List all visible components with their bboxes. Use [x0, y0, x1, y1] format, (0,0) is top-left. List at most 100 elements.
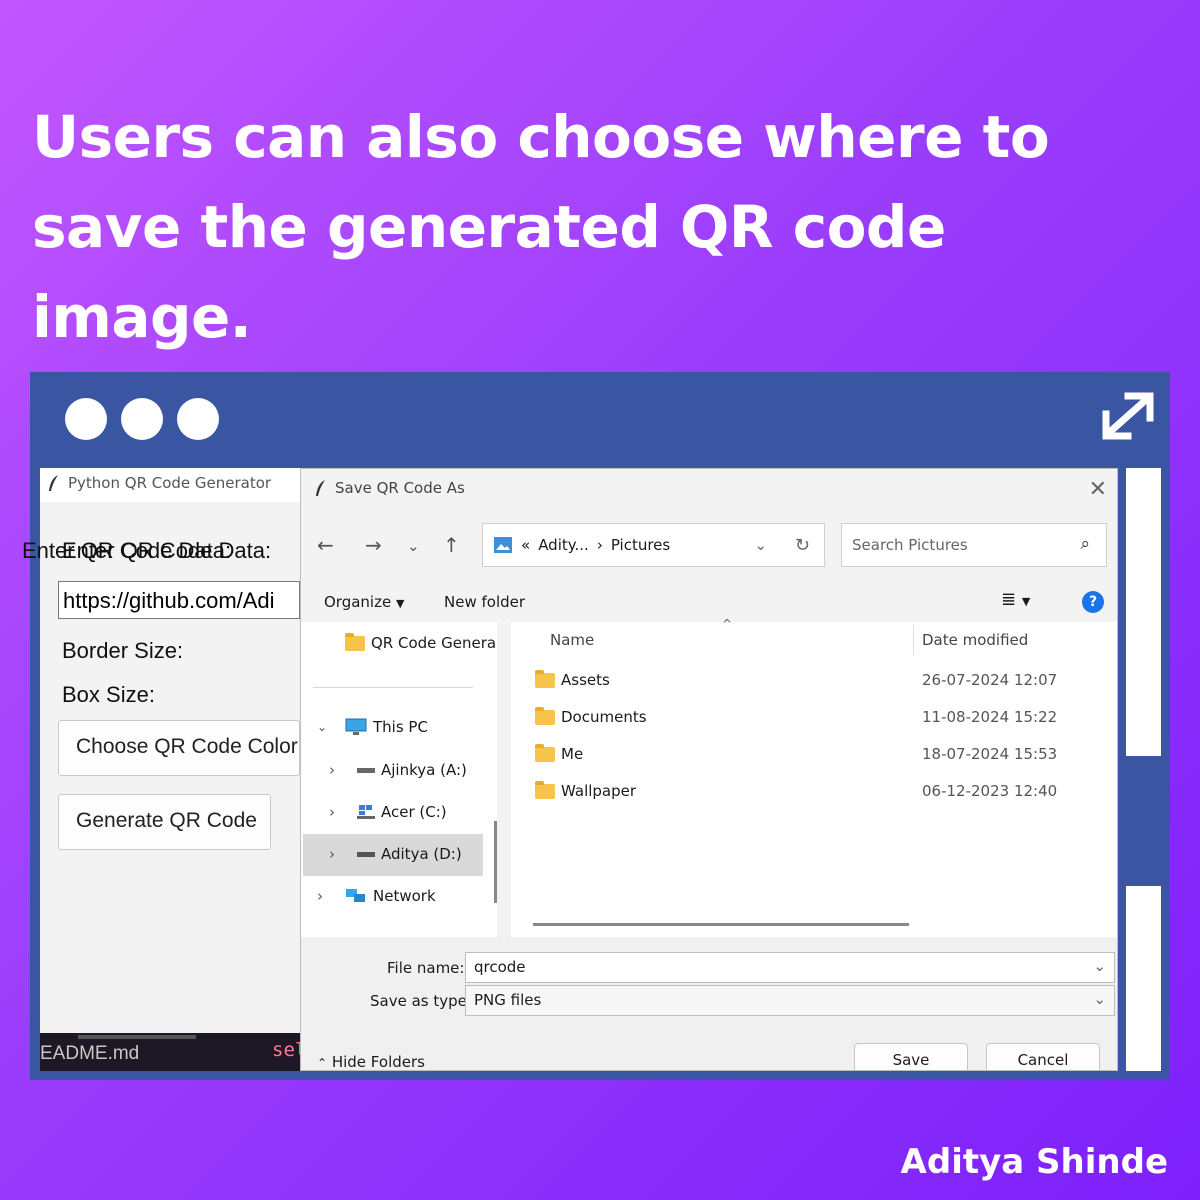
- folder-icon: [535, 780, 555, 799]
- nav-item-label: This PC: [373, 718, 428, 736]
- folder-icon: [345, 632, 365, 651]
- breadcrumb-separator: ›: [596, 536, 603, 554]
- save-type-select[interactable]: PNG files ⌄: [465, 985, 1115, 1016]
- address-bar[interactable]: « Adity... › Pictures ⌄ ↻: [482, 523, 825, 567]
- view-options-icon[interactable]: ≣ ▼: [1001, 589, 1030, 610]
- app-title: Python QR Code Generator: [68, 474, 272, 492]
- close-icon[interactable]: ✕: [1089, 477, 1107, 502]
- drive-icon: [357, 851, 375, 857]
- qr-data-input[interactable]: https://github.com/Adi: [58, 581, 300, 619]
- hide-folders-button[interactable]: ⌃ Hide Folders: [317, 1053, 425, 1071]
- up-arrow-icon[interactable]: ↑: [443, 533, 460, 557]
- hide-folders-label: Hide Folders: [331, 1053, 425, 1071]
- breadcrumb-prefix: «: [521, 536, 531, 554]
- chevron-right-icon[interactable]: ›: [329, 761, 351, 779]
- file-name-input[interactable]: qrcode ⌄: [465, 952, 1115, 983]
- nav-item-label: Ajinkya (A:): [381, 761, 467, 779]
- file-list-scrollbar[interactable]: [533, 923, 909, 926]
- search-input[interactable]: Search Pictures ⌕: [841, 523, 1107, 567]
- file-name: Wallpaper: [561, 782, 637, 800]
- file-name: Documents: [561, 708, 647, 726]
- new-folder-button[interactable]: New folder: [444, 593, 525, 611]
- nav-item-network[interactable]: › Network: [317, 887, 436, 905]
- terminal-filename: EADME.md: [40, 1043, 140, 1064]
- qr-data-label-front: Enter QR Code Data:: [62, 538, 272, 563]
- breadcrumb-parent[interactable]: Adity...: [538, 536, 589, 554]
- chevron-right-icon[interactable]: ›: [317, 887, 339, 905]
- chevron-right-icon[interactable]: ›: [329, 845, 351, 863]
- file-row[interactable]: Assets: [535, 669, 610, 689]
- dialog-title-bar: Save QR Code As: [315, 479, 465, 497]
- back-arrow-icon[interactable]: ←: [317, 533, 334, 557]
- author-name: Aditya Shinde: [900, 1142, 1168, 1182]
- folder-icon: [535, 669, 555, 688]
- dialog-title: Save QR Code As: [335, 479, 465, 497]
- file-list: [511, 622, 1117, 937]
- feather-icon: [316, 480, 325, 496]
- file-name: Assets: [561, 671, 610, 689]
- file-row[interactable]: Wallpaper: [535, 780, 637, 800]
- file-row[interactable]: Me: [535, 743, 584, 763]
- help-icon[interactable]: ?: [1082, 591, 1104, 613]
- column-name[interactable]: Name: [550, 631, 594, 649]
- file-name-value: qrcode: [474, 958, 526, 976]
- right-panel-top: [1126, 468, 1161, 756]
- chevron-down-icon[interactable]: ⌄: [754, 536, 767, 554]
- nav-item-drive-c[interactable]: › Acer (C:): [329, 803, 447, 821]
- nav-divider: [313, 687, 473, 688]
- right-panel-bottom: [1126, 886, 1161, 1071]
- save-button[interactable]: Save: [854, 1043, 968, 1070]
- save-type-value: PNG files: [474, 991, 542, 1009]
- expand-icon[interactable]: [1098, 388, 1158, 444]
- pictures-icon: [494, 537, 512, 553]
- window-dot-2: [121, 398, 163, 440]
- chevron-down-icon[interactable]: ⌄: [1093, 957, 1106, 975]
- file-date: 26-07-2024 12:07: [922, 671, 1058, 689]
- headline: Users can also choose where to save the …: [32, 103, 1050, 351]
- organize-label: Organize: [324, 593, 392, 611]
- chevron-up-icon: ⌃: [317, 1056, 328, 1070]
- nav-item-this-pc[interactable]: ⌄ This PC: [317, 718, 428, 736]
- file-date: 06-12-2023 12:40: [922, 782, 1058, 800]
- file-date: 11-08-2024 15:22: [922, 708, 1058, 726]
- save-dialog: Save QR Code As ✕ ← → ⌄ ↑ « Adity... › P…: [300, 468, 1118, 1071]
- computer-icon: [345, 718, 367, 735]
- nav-item-drive-a[interactable]: › Ajinkya (A:): [329, 761, 467, 779]
- file-name-label: File name:: [387, 959, 465, 977]
- folder-icon: [535, 706, 555, 725]
- nav-item-qr-folder[interactable]: QR Code Genera: [345, 632, 497, 652]
- file-row[interactable]: Documents: [535, 706, 647, 726]
- cancel-button[interactable]: Cancel: [986, 1043, 1100, 1070]
- column-date-modified[interactable]: Date modified: [922, 631, 1028, 649]
- border-size-label: Border Size:: [62, 638, 184, 663]
- nav-item-label: QR Code Genera: [371, 634, 497, 652]
- nav-item-label: Aditya (D:): [381, 845, 462, 863]
- folder-icon: [535, 743, 555, 762]
- organize-button[interactable]: Organize ▼: [324, 593, 404, 611]
- file-date: 18-07-2024 15:53: [922, 745, 1058, 763]
- nav-scrollbar[interactable]: [494, 821, 497, 903]
- window-dot-1: [65, 398, 107, 440]
- feather-icon: [49, 475, 58, 491]
- box-size-label: Box Size:: [62, 682, 155, 707]
- chevron-right-icon[interactable]: ›: [329, 803, 351, 821]
- nav-item-drive-d[interactable]: › Aditya (D:): [329, 845, 462, 863]
- search-icon: ⌕: [1080, 534, 1090, 554]
- app-title-bar: Python QR Code Generator: [48, 474, 271, 492]
- network-icon: [346, 889, 365, 902]
- column-separator: [913, 625, 914, 655]
- forward-arrow-icon[interactable]: →: [365, 533, 382, 557]
- chevron-down-icon[interactable]: ⌄: [407, 537, 420, 555]
- chevron-down-icon[interactable]: ⌄: [317, 720, 339, 734]
- chevron-down-icon[interactable]: ⌄: [1093, 990, 1106, 1008]
- generate-qr-button[interactable]: Generate QR Code: [58, 794, 271, 850]
- refresh-icon[interactable]: ↻: [795, 535, 810, 556]
- nav-item-label: Network: [373, 887, 436, 905]
- choose-color-button[interactable]: Choose QR Code Color: [58, 720, 300, 776]
- file-name: Me: [561, 745, 584, 763]
- breadcrumb-current[interactable]: Pictures: [611, 536, 747, 554]
- window-dot-3: [177, 398, 219, 440]
- terminal-strip: EADME.md sel: [40, 1033, 310, 1071]
- drive-icon: [357, 767, 375, 773]
- search-placeholder: Search Pictures: [852, 536, 968, 554]
